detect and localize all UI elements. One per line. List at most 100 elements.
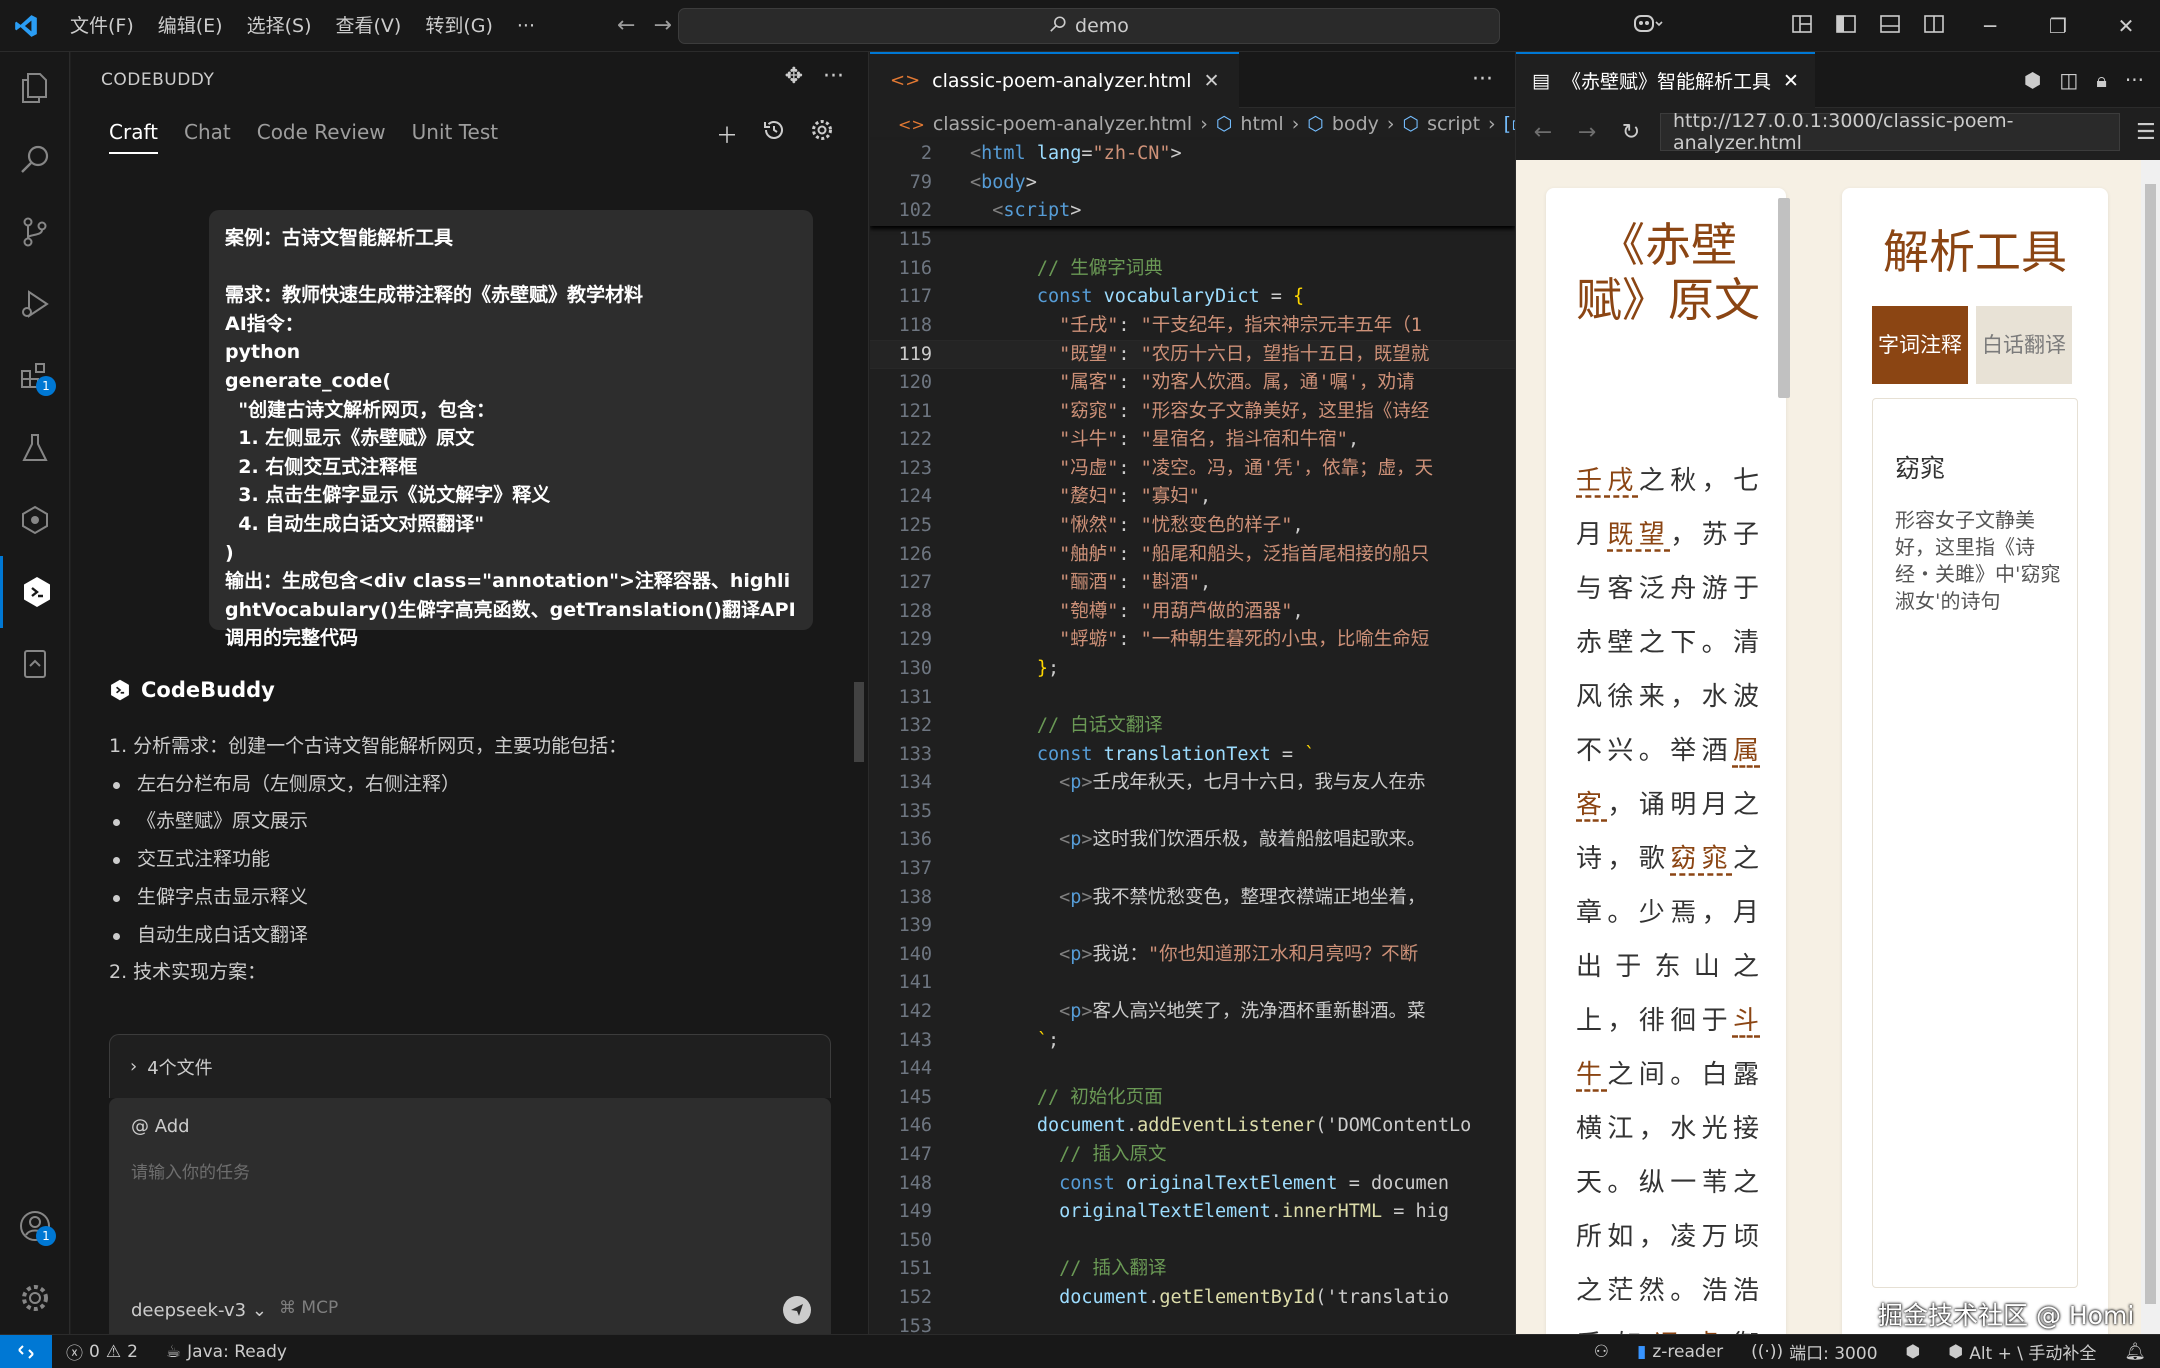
preview-book-icon[interactable] — [0, 628, 70, 700]
url-input[interactable]: http://127.0.0.1:3000/classic-poem-analy… — [1660, 110, 2120, 154]
toggle-primary-sidebar-icon[interactable] — [1824, 14, 1868, 38]
restore-icon[interactable]: ❐ — [2024, 14, 2092, 38]
code-line[interactable]: 139 — [870, 912, 1515, 941]
code-line[interactable]: 126 "舳舻": "船尾和船头，泛指首尾相接的船只 — [870, 541, 1515, 570]
browser-more-icon[interactable]: ··· — [2125, 68, 2144, 92]
mcp-button[interactable]: ⌘ MCP — [279, 1298, 338, 1318]
code-line[interactable]: 138 <p>我不禁忧愁变色，整理衣襟端正地坐着， — [870, 884, 1515, 913]
code-line[interactable]: 124 "嫠妇": "寡妇", — [870, 483, 1515, 512]
panel-settings-icon[interactable] — [810, 118, 834, 150]
code-line[interactable]: 123 "冯虚": "凌空。冯，通'凭'，依靠；虚，天 — [870, 455, 1515, 484]
code-line[interactable]: 2 <html lang="zh-CN"> — [870, 140, 1515, 169]
code-line[interactable]: 145 // 初始化页面 — [870, 1084, 1515, 1113]
tab-vocabulary[interactable]: 字词注释 — [1872, 306, 1968, 384]
tab-unit-test[interactable]: Unit Test — [412, 120, 498, 154]
code-line[interactable]: 144 — [870, 1055, 1515, 1084]
new-chat-plus-icon[interactable]: ＋ — [716, 118, 738, 150]
copilot-status-icon[interactable]: ⚇ — [1580, 1342, 1623, 1362]
run-debug-icon[interactable] — [0, 268, 70, 340]
breadcrumb-html[interactable]: html — [1240, 113, 1283, 135]
forward-arrow-icon[interactable]: → — [653, 13, 671, 38]
code-line[interactable]: 149 originalTextElement.innerHTML = hig — [870, 1198, 1515, 1227]
completion-shortcut[interactable]: ⬢ Alt + \ 手动补全 — [1934, 1339, 2110, 1365]
code-line[interactable]: 150 — [870, 1227, 1515, 1256]
testing-flask-icon[interactable] — [0, 412, 70, 484]
panel-more-icon[interactable]: ··· — [823, 64, 844, 89]
sticky-scroll[interactable]: 2 <html lang="zh-CN"> 79 <body> 102 <script> — [870, 140, 1515, 226]
code-line[interactable]: 146 document.addEventListener('DOMConten… — [870, 1112, 1515, 1141]
code-line[interactable]: 118 "壬戌": "干支纪年，指宋神宗元丰五年（1 — [870, 312, 1515, 341]
menu-selection[interactable]: 选择(S) — [235, 0, 324, 52]
close-tab-icon[interactable]: ✕ — [1204, 70, 1220, 92]
accounts-icon[interactable]: 1 — [0, 1190, 70, 1262]
code-line[interactable]: 136 <p>这时我们饮酒乐极，敲着船舷唱起歌来。 — [870, 826, 1515, 855]
vocab-word[interactable]: 壬戌 — [1576, 466, 1639, 496]
drag-move-icon[interactable]: ✥ — [785, 64, 803, 89]
editor-tab[interactable]: <> classic-poem-analyzer.html ✕ — [870, 52, 1240, 108]
close-tab-icon[interactable]: ✕ — [1783, 70, 1799, 92]
code-line[interactable]: 153 — [870, 1313, 1515, 1334]
page-scrollbar-thumb[interactable] — [2145, 184, 2156, 1304]
browser-forward-icon[interactable]: → — [1572, 120, 1602, 145]
code-line[interactable]: 122 "斗牛": "星宿名，指斗宿和牛宿", — [870, 426, 1515, 455]
explorer-icon[interactable] — [0, 52, 70, 124]
tab-code-review[interactable]: Code Review — [257, 120, 386, 154]
browser-back-icon[interactable]: ← — [1528, 120, 1558, 145]
lock-icon[interactable]: 🔒︎ — [2096, 68, 2107, 92]
code-line[interactable]: 121 "窈窕": "形容女子文静美好，这里指《诗经 — [870, 398, 1515, 427]
code-line[interactable]: 120 "属客": "劝客人饮酒。属，通'嘱'，劝请 — [870, 369, 1515, 398]
menu-edit[interactable]: 编辑(E) — [146, 0, 235, 52]
send-button[interactable] — [783, 1296, 811, 1324]
back-arrow-icon[interactable]: ← — [617, 13, 635, 38]
code-line[interactable]: 151 // 插入翻译 — [870, 1255, 1515, 1284]
breadcrumb-body[interactable]: body — [1332, 113, 1379, 135]
breadcrumb-script[interactable]: script — [1427, 113, 1480, 135]
code-line[interactable]: 147 // 插入原文 — [870, 1141, 1515, 1170]
port-status[interactable]: ((·)) 端口: 3000 — [1737, 1339, 1891, 1365]
notifications-bell-icon[interactable]: 🔔︎ — [2110, 1342, 2160, 1362]
reload-icon[interactable]: ↻ — [1616, 120, 1646, 145]
customize-layout-icon[interactable] — [1780, 14, 1824, 38]
menu-file[interactable]: 文件(F) — [58, 0, 146, 52]
poem-scrollbar-thumb[interactable] — [1778, 198, 1790, 398]
settings-gear-icon[interactable] — [0, 1262, 70, 1334]
tab-craft[interactable]: Craft — [109, 120, 158, 154]
poem-scrollbar[interactable] — [1774, 178, 1794, 1334]
browser-menu-icon[interactable]: ☰ — [2136, 120, 2156, 145]
code-line[interactable]: 140 <p>我说："你也知道那江水和月亮吗？不断 — [870, 941, 1515, 970]
codebuddy-small-icon[interactable]: ⬢ — [2024, 68, 2041, 92]
add-context-button[interactable]: @ Add — [131, 1116, 190, 1137]
code-line[interactable]: 129 "蜉蝣": "一种朝生暮死的小虫，比喻生命短 — [870, 626, 1515, 655]
chat-scrollbar[interactable] — [854, 682, 864, 762]
remote-indicator-icon[interactable] — [0, 1334, 52, 1368]
code-line[interactable]: 141 — [870, 969, 1515, 998]
code-line[interactable]: 134 <p>壬戌年秋天，七月十六日，我与友人在赤 — [870, 769, 1515, 798]
minimize-icon[interactable]: ─ — [1956, 14, 2024, 38]
toggle-secondary-sidebar-icon[interactable] — [1912, 14, 1956, 38]
page-scrollbar[interactable] — [2141, 160, 2160, 1334]
tab-chat[interactable]: Chat — [184, 120, 231, 154]
history-icon[interactable] — [762, 118, 786, 150]
codebuddy-status-icon[interactable]: ⬢ — [1892, 1342, 1935, 1362]
code-line[interactable]: 116 // 生僻字词典 — [870, 255, 1515, 284]
breadcrumb-file[interactable]: classic-poem-analyzer.html — [933, 113, 1192, 135]
toggle-panel-icon[interactable] — [1868, 14, 1912, 38]
branch-status[interactable]: ▮ z-reader — [1623, 1342, 1737, 1362]
code-line[interactable]: 133 const translationText = ` — [870, 741, 1515, 770]
extensions-icon[interactable]: 1 — [0, 340, 70, 412]
code-line[interactable]: 130 }; — [870, 655, 1515, 684]
menu-more[interactable]: ··· — [505, 0, 547, 52]
code-line[interactable]: 137 — [870, 855, 1515, 884]
code-line[interactable]: 125 "愀然": "忧愁变色的样子", — [870, 512, 1515, 541]
code-line[interactable]: 119 "既望": "农历十六日，望指十五日，既望就 — [870, 340, 1515, 369]
code-line[interactable]: 131 — [870, 684, 1515, 713]
code-line[interactable]: 102 <script> — [870, 197, 1515, 226]
split-editor-icon[interactable]: ◫ — [2059, 68, 2078, 92]
vocab-word[interactable]: 窈窕 — [1670, 844, 1733, 874]
code-line[interactable]: 142 <p>客人高兴地笑了，洗净酒杯重新斟酒。菜 — [870, 998, 1515, 1027]
source-control-icon[interactable] — [0, 196, 70, 268]
vocab-word[interactable]: 既望 — [1607, 520, 1670, 550]
code-line[interactable]: 135 — [870, 798, 1515, 827]
command-center-search[interactable]: demo — [678, 8, 1500, 44]
menu-go[interactable]: 转到(G) — [413, 0, 505, 52]
